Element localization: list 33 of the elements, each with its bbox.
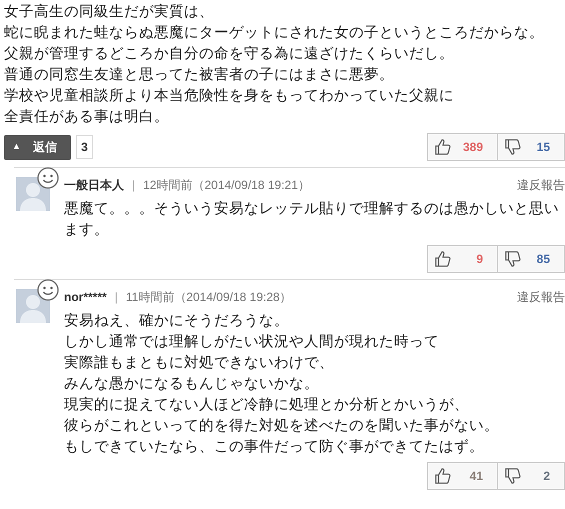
thumbs-up-icon: [434, 467, 452, 485]
separator: |: [132, 177, 136, 194]
like-button[interactable]: 389: [428, 134, 498, 160]
separator: |: [114, 289, 118, 306]
thumbs-down-icon: [504, 250, 522, 268]
reply-text: 安易ねえ、確かにそうだろうな。 しかし通常では理解しがたい状況や人間が現れた時って 実際誰もまともに対処できないわけで、 みんな愚かになるもんじゃないかな。 現実的に捉えてない人ほど冷静に処理とか分析とかいうが、 彼らがこれといって的を得た対処を述べたのを聞いた事がない。 もしできていたなら、この事件だって防ぐ事ができてたはず。: [64, 312, 500, 457]
thumbs-up-icon: [434, 138, 452, 156]
smiley-icon: [36, 167, 60, 191]
author-name[interactable]: nor*****: [64, 288, 107, 306]
reply-button[interactable]: ▲ 返信: [4, 134, 71, 160]
dislike-button[interactable]: 15: [498, 134, 564, 160]
report-link[interactable]: 違反報告: [517, 288, 565, 306]
reply-text: 悪魔て。。。そういう安易なレッテル貼りで理解するのは愚かしいと思い ます。: [64, 200, 560, 240]
vote-count: 9: [476, 251, 483, 268]
timestamp: 11時間前（2014/09/18 19:28）: [126, 289, 292, 306]
thumbs-down-icon: [504, 138, 522, 156]
vote-count: 41: [470, 468, 483, 485]
smiley-icon: [36, 279, 60, 303]
vote-count: 2: [543, 468, 550, 485]
timestamp: 12時間前（2014/09/18 19:21）: [143, 177, 310, 194]
reply-count: 3: [76, 135, 93, 159]
thumbs-up-icon: [434, 250, 452, 268]
dislike-button[interactable]: 85: [498, 246, 564, 272]
comment-text: 女子高生の同級生だが実質は、 蛇に睨まれた蛙ならぬ悪魔にターゲットにされた女の子というところだからな。 父親が管理するどころか自分の命を守る為に遠ざけたくらいだし。 普通の同窓生友達と思ってた被害者の子にはまさに悪夢。 学校や児童相談所より本当危険性を身をもってわかっていた父親に 全責任がある事は明白。: [3, 2, 545, 127]
vote-count: 389: [462, 139, 483, 156]
like-button[interactable]: 9: [428, 246, 498, 272]
vote-count: 15: [536, 139, 550, 156]
thumbs-down-icon: [504, 467, 522, 485]
like-button[interactable]: 41: [428, 463, 498, 489]
vote-count: 85: [536, 251, 550, 268]
report-link[interactable]: 違反報告: [517, 176, 565, 194]
author-name[interactable]: 一般日本人: [64, 176, 124, 194]
dislike-button[interactable]: 2: [498, 463, 564, 489]
